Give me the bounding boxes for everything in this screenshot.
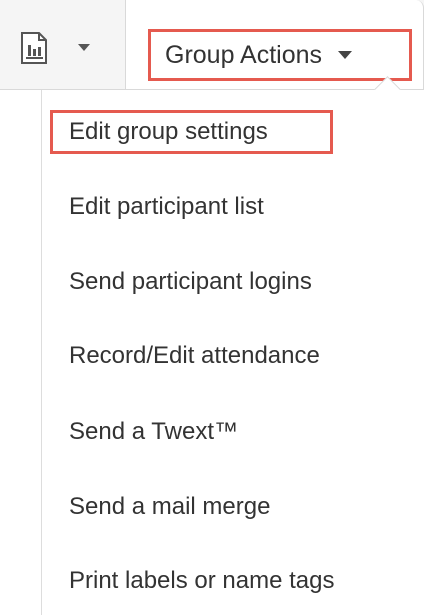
toolbar: Group Actions <box>0 0 424 90</box>
menu-item-label: Send a mail merge <box>69 493 271 520</box>
menu-item-label: Edit group settings <box>69 118 268 145</box>
caret-down-icon <box>78 44 90 51</box>
menu-item-edit-group-settings[interactable]: Edit group settings <box>42 102 424 162</box>
menu-item-label: Print labels or name tags <box>69 567 335 594</box>
menu-item-send-mail-merge[interactable]: Send a mail merge <box>42 477 424 537</box>
menu-item-send-participant-logins[interactable]: Send participant logins <box>42 252 424 312</box>
menu-item-edit-participant-list[interactable]: Edit participant list <box>42 177 424 237</box>
menu-item-print-labels[interactable]: Print labels or name tags <box>42 551 424 611</box>
group-actions-button[interactable]: Group Actions <box>148 29 412 81</box>
menu-item-label: Edit participant list <box>69 193 264 220</box>
menu-item-label: Send a Twext™ <box>69 418 238 445</box>
group-actions-label: Group Actions <box>165 40 323 69</box>
report-chart-icon <box>21 32 47 64</box>
menu-item-label: Record/Edit attendance <box>69 342 320 369</box>
group-actions-menu: Edit group settings Edit participant lis… <box>41 90 424 615</box>
report-dropdown-button[interactable] <box>0 0 126 90</box>
menu-item-send-twext[interactable]: Send a Twext™ <box>42 402 424 462</box>
menu-item-record-edit-attendance[interactable]: Record/Edit attendance <box>42 326 424 386</box>
caret-down-icon <box>338 51 353 59</box>
menu-item-label: Send participant logins <box>69 268 312 295</box>
